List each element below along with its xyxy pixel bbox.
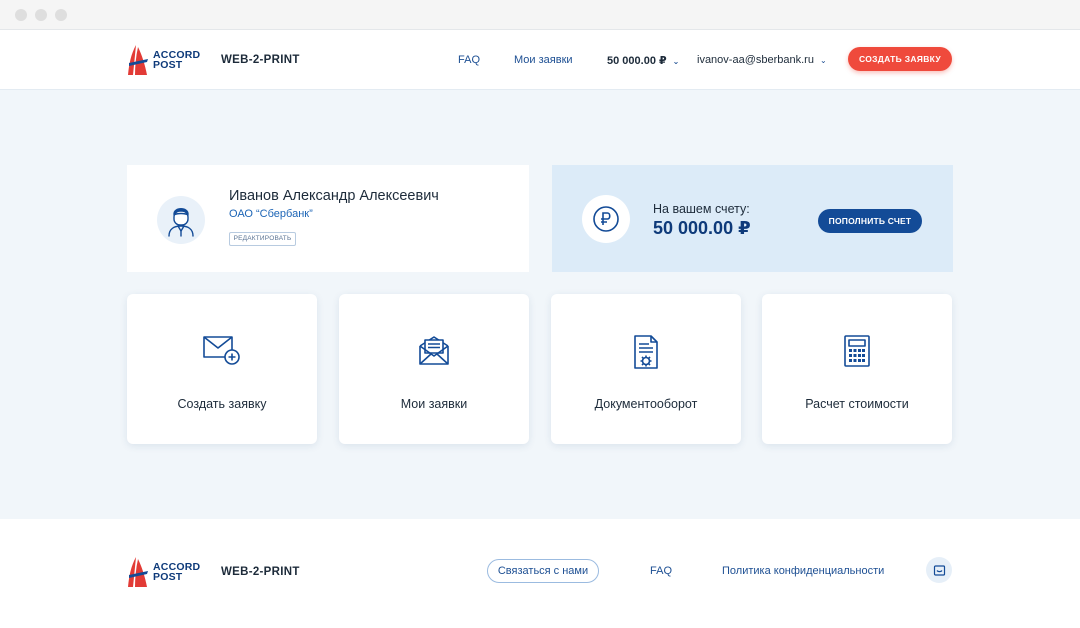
ruble-badge xyxy=(582,195,630,243)
nav-faq-link[interactable]: FAQ xyxy=(458,54,480,66)
window-dot xyxy=(35,9,47,21)
logo-wordmark: ACCORD POST xyxy=(153,50,200,71)
tile-label: Создать заявку xyxy=(177,397,267,411)
footer-brand-name: WEB-2-PRINT xyxy=(221,566,300,578)
tile-label: Документооборот xyxy=(594,397,698,411)
chat-button[interactable] xyxy=(926,557,952,583)
header-logo[interactable]: ACCORD POST xyxy=(127,44,200,76)
logo-word-2: POST xyxy=(153,571,183,583)
tile-create-order[interactable]: Создать заявку xyxy=(127,294,317,444)
profile-organization: ОАО “Сбербанк” xyxy=(229,208,313,220)
window-dot xyxy=(15,9,27,21)
footer-privacy-link[interactable]: Политика конфиденциальности xyxy=(722,565,884,577)
calculator-icon xyxy=(844,335,870,367)
window-dot xyxy=(55,9,67,21)
nav-my-orders-link[interactable]: Мои заявки xyxy=(514,54,573,66)
open-envelope-icon xyxy=(419,336,449,365)
footer-logo[interactable]: ACCORD POST xyxy=(127,556,200,588)
document-gear-icon xyxy=(634,335,658,369)
edit-profile-button[interactable]: РЕДАКТИРОВАТЬ xyxy=(229,232,296,246)
browser-chrome xyxy=(0,0,1080,30)
tile-label: Мои заявки xyxy=(400,397,468,411)
profile-card: Иванов Александр Алексеевич ОАО “Сбербан… xyxy=(127,165,529,272)
chevron-down-icon: ⌄ xyxy=(672,57,680,66)
tile-cost-calculation[interactable]: Расчет стоимости xyxy=(762,294,952,444)
site-footer: ACCORD POST WEB-2-PRINT Связаться с нами… xyxy=(0,519,1080,628)
balance-card: На вашем счету: 50 000.00 ₽ ПОПОЛНИТЬ СЧ… xyxy=(552,165,953,272)
tile-label: Расчет стоимости xyxy=(805,397,909,411)
profile-name: Иванов Александр Алексеевич xyxy=(229,188,439,204)
logo-wordmark: ACCORD POST xyxy=(153,562,200,583)
ruble-coin-icon xyxy=(593,206,619,232)
user-avatar-icon xyxy=(168,208,194,237)
sail-logo-icon xyxy=(128,45,148,75)
balance-value: 50 000.00 ₽ xyxy=(607,55,667,67)
site-header: ACCORD POST WEB-2-PRINT FAQ Мои заявки 5… xyxy=(0,30,1080,90)
balance-dropdown[interactable]: 50 000.00 ₽ ⌄ xyxy=(607,54,679,67)
user-email: ivanov-aa@sberbank.ru xyxy=(697,54,814,66)
brand-name: WEB-2-PRINT xyxy=(221,54,300,66)
create-order-button[interactable]: СОЗДАТЬ ЗАЯВКУ xyxy=(848,47,952,71)
contact-us-button[interactable]: Связаться с нами xyxy=(487,559,599,583)
tile-my-orders[interactable]: Мои заявки xyxy=(339,294,529,444)
sail-logo-icon xyxy=(128,557,148,587)
chevron-down-icon: ⌄ xyxy=(819,56,827,65)
footer-faq-link[interactable]: FAQ xyxy=(650,565,672,577)
chat-face-icon xyxy=(933,564,945,576)
user-email-dropdown[interactable]: ivanov-aa@sberbank.ru ⌄ xyxy=(697,54,827,66)
balance-label: На вашем счету: xyxy=(653,202,750,216)
tile-document-flow[interactable]: Документооборот xyxy=(551,294,741,444)
envelope-plus-icon xyxy=(203,336,240,365)
balance-amount: 50 000.00 ₽ xyxy=(653,218,751,238)
top-up-button[interactable]: ПОПОЛНИТЬ СЧЕТ xyxy=(818,209,922,233)
avatar xyxy=(157,196,205,244)
logo-word-2: POST xyxy=(153,59,183,71)
